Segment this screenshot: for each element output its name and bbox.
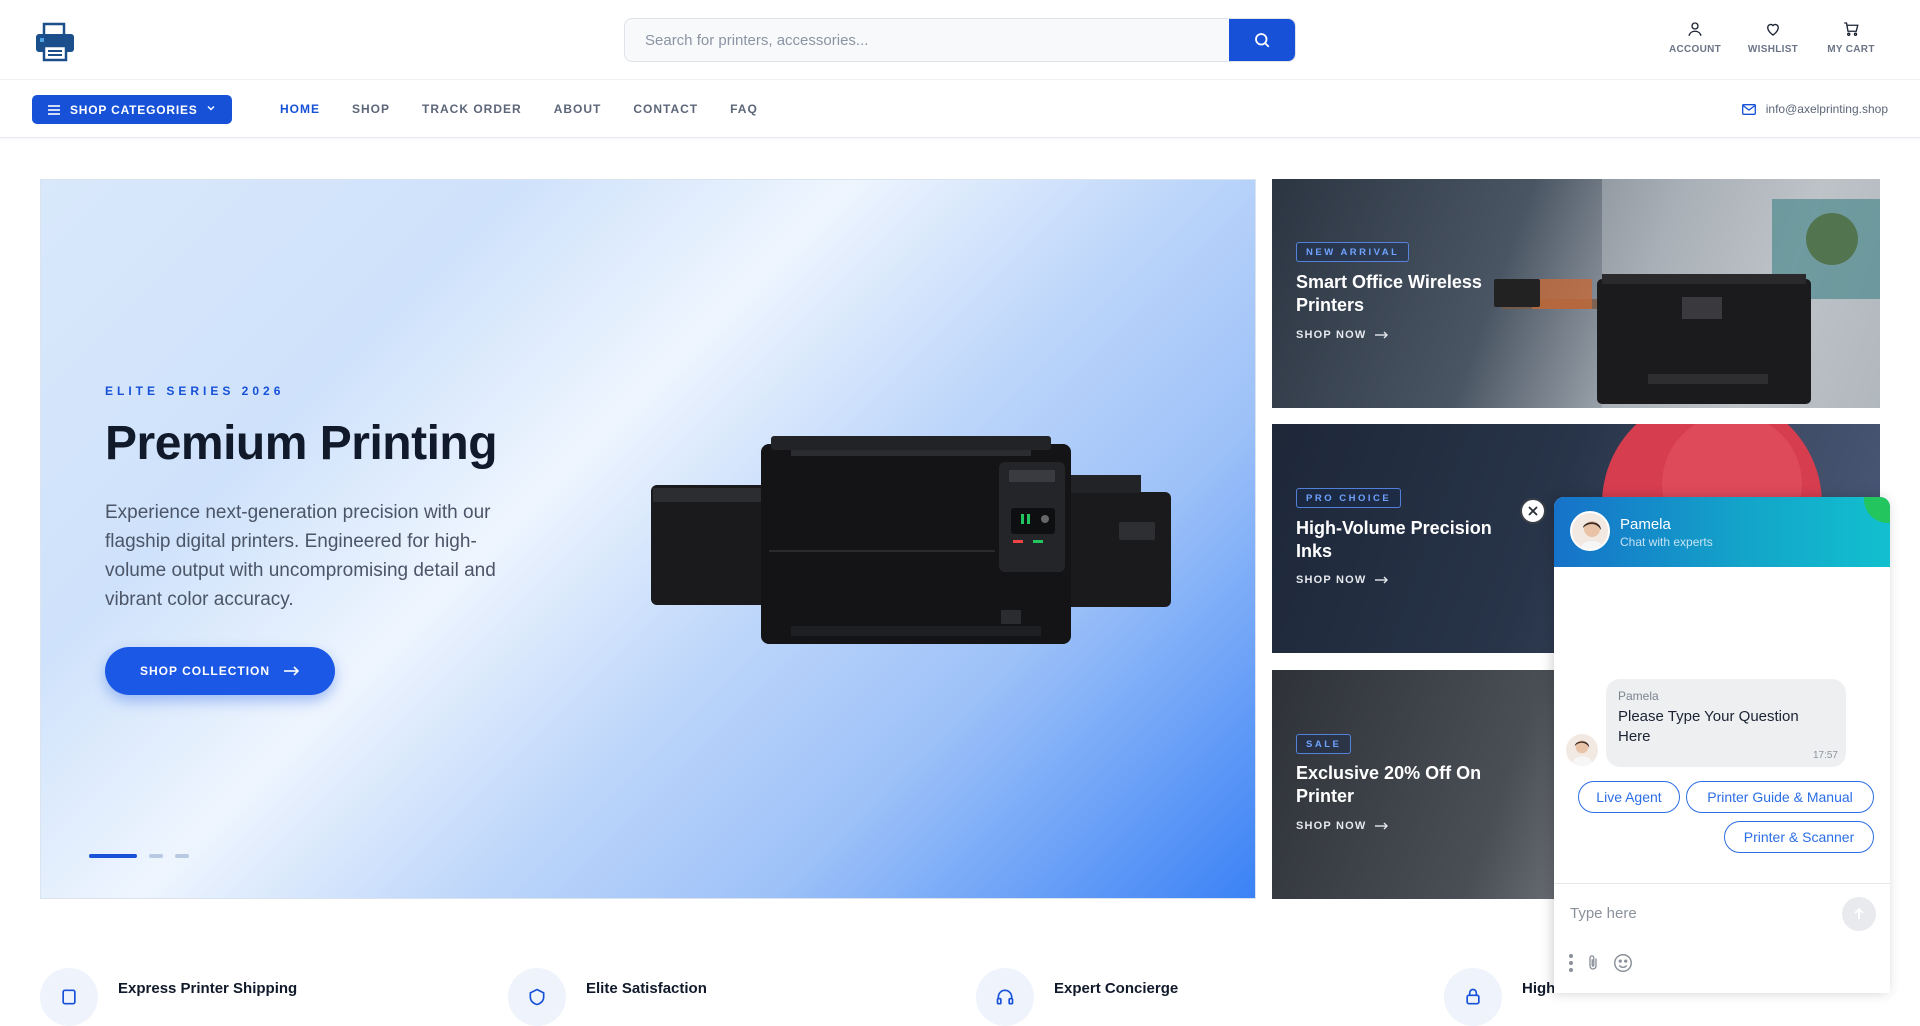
main-nav: SHOP CATEGORIES HOME SHOP TRACK ORDER AB…: [0, 80, 1920, 138]
shield-icon: [508, 968, 566, 1026]
search-input[interactable]: [625, 19, 1230, 61]
shop-collection-button[interactable]: SHOP COLLECTION: [105, 647, 335, 695]
account-label: ACCOUNT: [1668, 44, 1722, 55]
feature-shipping: Express Printer Shipping: [40, 968, 297, 1026]
feature-satisfaction: Elite Satisfaction: [508, 968, 707, 1026]
shop-now-link-3[interactable]: SHOP NOW: [1296, 820, 1389, 832]
slide-dot-2[interactable]: [149, 854, 163, 858]
hero-banner: ELITE SERIES 2026 Premium Printing Exper…: [40, 179, 1256, 899]
arrow-right-icon: [1374, 576, 1388, 584]
feature-title: High: [1522, 980, 1556, 997]
slider-dots: [89, 854, 189, 858]
search-icon: [1255, 33, 1270, 48]
top-header: ACCOUNT WISHLIST MY CART: [0, 0, 1920, 80]
email-text: info@axelprinting.shop: [1765, 102, 1888, 116]
chat-divider: [1554, 883, 1890, 884]
hero-printer-image: [651, 436, 1171, 644]
nav-links: HOME SHOP TRACK ORDER ABOUT CONTACT FAQ: [280, 102, 790, 116]
shop-categories-label: SHOP CATEGORIES: [70, 102, 198, 117]
feature-title: Elite Satisfaction: [586, 980, 707, 997]
lock-icon: [1444, 968, 1502, 1026]
nav-link-contact[interactable]: CONTACT: [633, 102, 698, 116]
slide-dot-3[interactable]: [175, 854, 189, 858]
nav-link-shop[interactable]: SHOP: [352, 102, 390, 116]
promo-title-wireless: Smart Office Wireless Printers: [1296, 272, 1482, 315]
feature-concierge: Expert Concierge: [976, 968, 1178, 1026]
chat-toolbar: [1568, 952, 1634, 974]
arrow-right-icon: [1374, 822, 1388, 830]
mail-icon: [1741, 103, 1756, 115]
chat-widget: Pamela Chat with experts Pamela Please T…: [1554, 497, 1890, 993]
agent-message-avatar: [1566, 734, 1598, 766]
hero-title: Premium Printing: [105, 417, 498, 470]
badge-pro-choice: PRO CHOICE: [1296, 488, 1402, 508]
agent-avatar: [1570, 511, 1610, 551]
feature-security: High: [1444, 968, 1555, 1026]
arrow-right-icon: [284, 666, 300, 676]
shop-now-link-1[interactable]: SHOP NOW: [1296, 329, 1389, 341]
menu-icon: [48, 104, 60, 115]
chat-header: Pamela Chat with experts: [1554, 497, 1890, 567]
chat-message-input[interactable]: [1570, 901, 1830, 925]
feature-strip: Express Printer Shipping Elite Satisfact…: [40, 968, 1640, 1026]
online-status-indicator: [1864, 497, 1890, 523]
chevron-down-icon: [207, 106, 215, 111]
promo-title-inks: High-Volume Precision Inks: [1296, 518, 1492, 561]
send-arrow-icon: [1854, 907, 1864, 919]
user-icon: [1688, 22, 1702, 36]
shop-categories-button[interactable]: SHOP CATEGORIES: [32, 95, 232, 124]
badge-sale: SALE: [1296, 734, 1352, 754]
nav-link-faq[interactable]: FAQ: [730, 102, 758, 116]
header-actions: ACCOUNT WISHLIST MY CART: [1656, 20, 1890, 55]
more-options-icon[interactable]: [1568, 953, 1574, 973]
cart-button[interactable]: MY CART: [1812, 20, 1890, 55]
heart-icon: [1767, 23, 1779, 36]
account-button[interactable]: ACCOUNT: [1656, 20, 1734, 55]
slide-dot-1[interactable]: [89, 854, 137, 858]
attachment-icon[interactable]: [1584, 953, 1602, 973]
shop-collection-label: SHOP COLLECTION: [139, 664, 271, 678]
feature-title: Expert Concierge: [1054, 980, 1179, 997]
chat-close-button[interactable]: [1520, 498, 1546, 524]
badge-new-arrival: NEW ARRIVAL: [1296, 242, 1410, 262]
shop-now-label-1: SHOP NOW: [1296, 329, 1367, 341]
promo-title-sale: Exclusive 20% Off On Printer: [1296, 763, 1482, 806]
printer-logo-icon[interactable]: [34, 22, 76, 62]
message-sender: Pamela: [1618, 689, 1659, 703]
cart-label: MY CART: [1827, 44, 1875, 55]
shop-now-label-2: SHOP NOW: [1296, 574, 1367, 586]
quick-reply-printer-scanner[interactable]: Printer & Scanner: [1724, 821, 1874, 853]
quick-reply-printer-guide[interactable]: Printer Guide & Manual: [1686, 781, 1874, 813]
close-icon: [1528, 506, 1538, 516]
agent-message-bubble: Pamela Please Type Your Question Here 17…: [1606, 679, 1846, 767]
message-time: 17:57: [1812, 750, 1838, 761]
nav-link-home[interactable]: HOME: [280, 102, 320, 116]
hero-eyebrow: ELITE SERIES 2026: [105, 384, 285, 398]
agent-subtitle: Chat with experts: [1620, 535, 1713, 549]
message-text: Please Type Your Question Here: [1618, 708, 1799, 745]
arrow-right-icon: [1374, 331, 1388, 339]
emoji-icon[interactable]: [1612, 952, 1634, 974]
send-button[interactable]: [1842, 897, 1876, 931]
nav-link-track-order[interactable]: TRACK ORDER: [422, 102, 522, 116]
shop-now-label-3: SHOP NOW: [1296, 820, 1367, 832]
cart-icon: [1844, 22, 1859, 36]
search-bar: [624, 18, 1296, 62]
search-button[interactable]: [1229, 19, 1295, 61]
promo-card-wireless-printers[interactable]: NEW ARRIVAL Smart Office Wireless Printe…: [1272, 179, 1880, 408]
shop-now-link-2[interactable]: SHOP NOW: [1296, 574, 1389, 586]
contact-email[interactable]: info@axelprinting.shop: [1741, 102, 1888, 116]
quick-reply-live-agent[interactable]: Live Agent: [1578, 781, 1680, 813]
box-icon: [40, 968, 98, 1026]
headset-icon: [976, 968, 1034, 1026]
agent-name: Pamela: [1620, 516, 1671, 533]
wishlist-label: WISHLIST: [1747, 44, 1799, 55]
nav-link-about[interactable]: ABOUT: [554, 102, 602, 116]
feature-title: Express Printer Shipping: [118, 980, 298, 997]
wishlist-button[interactable]: WISHLIST: [1734, 20, 1812, 55]
hero-description: Experience next-generation precision wit…: [105, 502, 496, 610]
